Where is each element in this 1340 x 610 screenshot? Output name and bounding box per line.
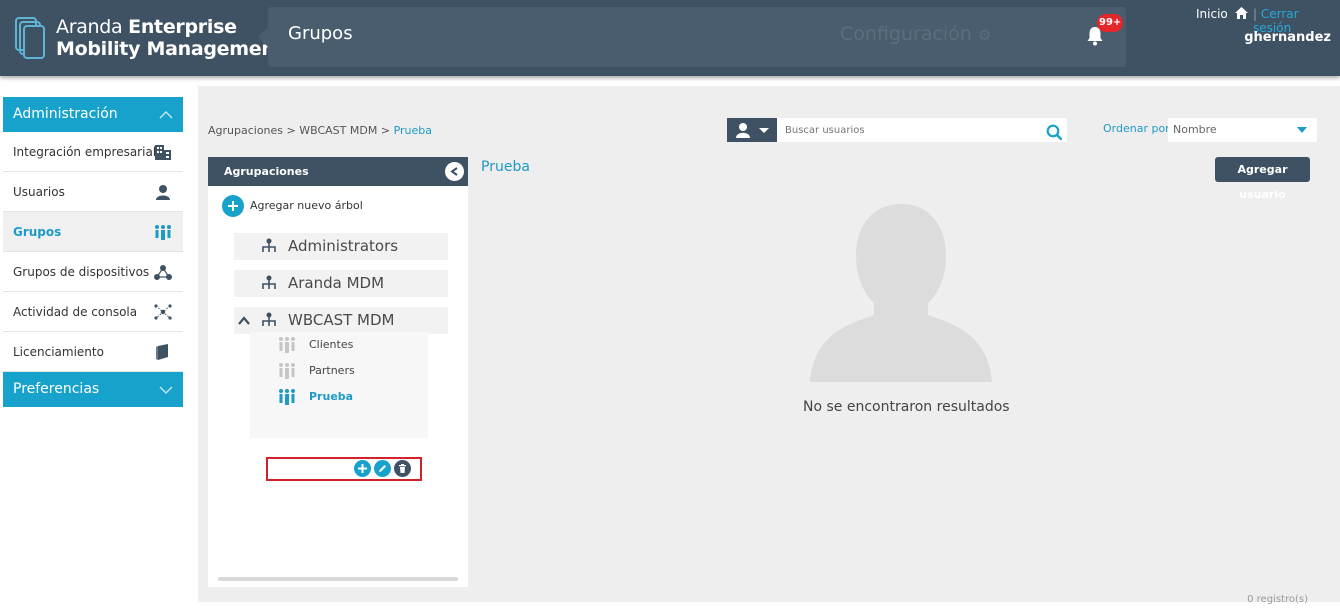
sidebar-item-label: Actividad de consola xyxy=(13,305,138,319)
records-count: 0 registro(s) xyxy=(1247,594,1308,605)
tree-node-aranda-mdm[interactable]: Aranda MDM xyxy=(234,270,448,297)
breadcrumb-separator: > xyxy=(377,124,394,137)
sidebar-item-label: Usuarios xyxy=(13,185,65,199)
breadcrumb-current: Prueba xyxy=(393,124,432,137)
add-subgroup-button[interactable] xyxy=(354,460,371,477)
group-icon xyxy=(279,389,295,405)
logo-icon xyxy=(15,17,45,59)
tree-node-label: Aranda MDM xyxy=(288,274,385,292)
delete-group-button[interactable] xyxy=(394,460,411,477)
tree-panel-header: Agrupaciones xyxy=(208,157,468,186)
home-icon[interactable] xyxy=(1234,6,1249,20)
brand-bold-text-2: Mobility Management xyxy=(56,38,284,60)
configuration-link[interactable]: Configuración ⚙ xyxy=(840,23,991,45)
add-tree-label: Agregar nuevo árbol xyxy=(250,199,363,212)
sidebar-item-grupos[interactable]: Grupos xyxy=(3,212,183,252)
sidebar-item-label: Grupos xyxy=(13,225,62,239)
brand-light-text: Aranda xyxy=(56,16,129,38)
tree-child-partners[interactable]: Partners xyxy=(250,361,428,381)
sidebar-section-administracion[interactable]: Administración xyxy=(3,97,183,132)
order-by-select[interactable]: Nombre xyxy=(1168,118,1317,142)
sidebar-section-label: Preferencias xyxy=(13,381,100,397)
order-by-label: Ordenar por: xyxy=(1103,122,1174,135)
search-input[interactable] xyxy=(777,118,1067,142)
sidebar-item-grupos-dispositivos[interactable]: Grupos de dispositivos xyxy=(3,252,183,292)
username[interactable]: ghernandez xyxy=(1244,30,1331,45)
user-icon xyxy=(156,185,170,200)
sidebar: Administración Integración empresarial U… xyxy=(3,97,183,407)
brand-name: Aranda Enterprise Mobility Management xyxy=(56,16,284,60)
book-icon xyxy=(156,344,168,360)
empty-user-avatar-icon xyxy=(810,204,992,382)
sidebar-item-label: Integración empresarial xyxy=(13,145,157,159)
tree-child-label: Prueba xyxy=(309,390,354,403)
tree-node-label: Administrators xyxy=(288,237,399,255)
sidebar-item-label: Grupos de dispositivos xyxy=(13,265,150,279)
notification-badge: 99+ xyxy=(1097,14,1124,32)
sidebar-item-label: Licenciamiento xyxy=(13,345,104,359)
group-icon xyxy=(155,225,171,240)
sidebar-section-preferencias[interactable]: Preferencias xyxy=(3,372,183,407)
pencil-icon xyxy=(379,465,386,472)
search-icon[interactable] xyxy=(1046,124,1062,140)
tree-panel-title: Agrupaciones xyxy=(224,165,309,178)
edit-group-button[interactable] xyxy=(374,460,391,477)
chevron-down-icon xyxy=(159,386,173,395)
plus-icon xyxy=(222,195,244,217)
plus-icon xyxy=(358,464,367,473)
no-results-message: No se encontraron resultados xyxy=(803,399,1010,415)
tree-node-label: WBCAST MDM xyxy=(288,311,395,329)
tree-child-label: Clientes xyxy=(309,338,354,351)
hierarchy-icon xyxy=(262,238,276,252)
breadcrumb-item[interactable]: WBCAST MDM xyxy=(299,124,377,137)
tree-node-wbcast-mdm[interactable]: WBCAST MDM xyxy=(234,307,448,334)
hierarchy-icon xyxy=(262,312,276,326)
sidebar-item-actividad-consola[interactable]: Actividad de consola xyxy=(3,292,183,332)
chevron-up-icon[interactable] xyxy=(238,316,250,326)
tree-child-label: Partners xyxy=(309,364,355,377)
app-header: Aranda Enterprise Mobility Management Gr… xyxy=(0,0,1340,76)
sidebar-item-licenciamiento[interactable]: Licenciamiento xyxy=(3,332,183,372)
collapse-panel-button[interactable] xyxy=(445,162,464,181)
sidebar-item-usuarios[interactable]: Usuarios xyxy=(3,172,183,212)
horizontal-scrollbar[interactable] xyxy=(218,577,458,581)
header-title-bar: Grupos Configuración ⚙ xyxy=(258,7,1126,67)
main-content: Agrupaciones > WBCAST MDM > Prueba Orden… xyxy=(198,86,1340,605)
sidebar-section-label: Administración xyxy=(13,106,118,122)
configuration-label: Configuración xyxy=(840,23,972,45)
breadcrumb: Agrupaciones > WBCAST MDM > Prueba xyxy=(208,124,432,137)
nodes-icon xyxy=(154,304,172,320)
tree-child-prueba[interactable]: Prueba xyxy=(250,387,428,407)
header-bar-notch xyxy=(258,27,268,47)
order-by-value: Nombre xyxy=(1173,123,1217,136)
tree-children: Clientes Partners Prueba xyxy=(250,332,428,438)
caret-down-icon xyxy=(1297,127,1307,133)
add-user-button[interactable]: Agregar usuario xyxy=(1215,157,1310,201)
caret-down-icon xyxy=(759,128,769,133)
sidebar-item-integracion[interactable]: Integración empresarial xyxy=(3,132,183,172)
brand-bold-text: Enterprise xyxy=(128,16,237,38)
logout-separator: | xyxy=(1253,7,1258,21)
tree-node-administrators[interactable]: Administrators xyxy=(234,233,448,260)
group-icon xyxy=(279,337,295,353)
page-title: Grupos xyxy=(288,23,353,44)
breadcrumb-separator: > xyxy=(283,124,300,137)
gear-icon: ⚙ xyxy=(977,26,992,44)
hierarchy-icon xyxy=(262,275,276,289)
group-title: Prueba xyxy=(481,159,530,175)
chevron-left-icon xyxy=(450,167,458,176)
group-icon xyxy=(279,363,295,379)
tree-child-clientes[interactable]: Clientes xyxy=(250,335,428,355)
search-type-dropdown[interactable] xyxy=(727,118,777,142)
network-icon xyxy=(154,265,172,280)
add-tree-button[interactable]: Agregar nuevo árbol xyxy=(222,195,363,217)
building-icon xyxy=(155,145,171,160)
chevron-up-icon xyxy=(159,110,173,119)
breadcrumb-item[interactable]: Agrupaciones xyxy=(208,124,283,137)
trash-icon xyxy=(399,464,406,473)
groups-tree-panel: Agrupaciones Agregar nuevo árbol Adminis… xyxy=(208,157,468,587)
user-icon xyxy=(736,123,750,138)
inicio-link[interactable]: Inicio xyxy=(1196,7,1228,21)
